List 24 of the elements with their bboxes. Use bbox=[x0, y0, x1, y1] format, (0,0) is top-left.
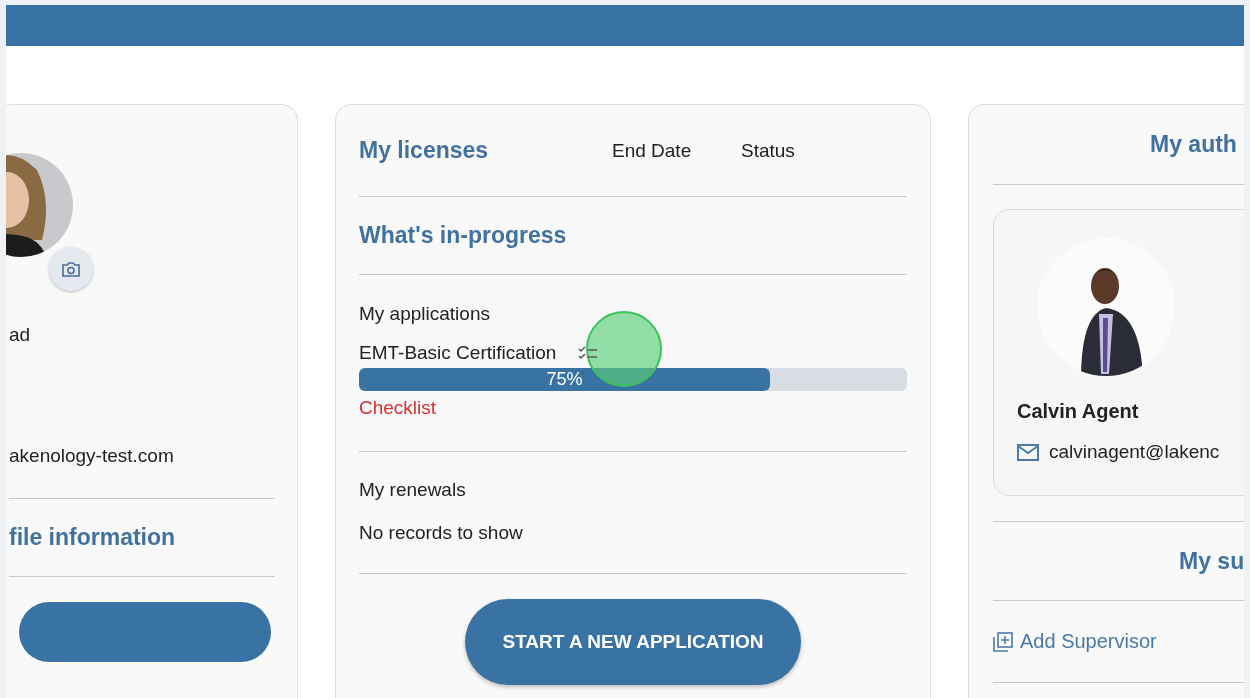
list-heading: My applications bbox=[359, 303, 490, 324]
camera-icon[interactable] bbox=[62, 261, 80, 277]
empty-message: No records to show bbox=[359, 522, 523, 544]
list-heading: My renewals bbox=[359, 479, 466, 501]
add-supervisor-button[interactable]: Add Supervisor bbox=[993, 630, 1157, 653]
section-heading: My su bbox=[1179, 547, 1244, 575]
address-text: ad bbox=[9, 323, 31, 346]
mail-icon bbox=[1017, 443, 1039, 461]
section-heading: What's in-progress bbox=[359, 222, 567, 249]
progress-label: 75% bbox=[546, 369, 583, 390]
checklist-icon[interactable] bbox=[578, 346, 599, 360]
add-icon bbox=[993, 631, 1013, 652]
checklist-link[interactable]: Checklist bbox=[359, 397, 437, 419]
start-application-button[interactable]: START A NEW APPLICATION bbox=[465, 599, 801, 685]
agent-email: calvinagent@lakenc bbox=[1049, 441, 1220, 463]
application-name: EMT-Basic Certification bbox=[359, 342, 557, 364]
card-title: My licenses bbox=[359, 137, 490, 164]
email-text: akenology-test.com bbox=[9, 445, 174, 467]
card-title: My auth bbox=[1150, 131, 1237, 158]
column-header: Status bbox=[741, 139, 795, 162]
action-button[interactable] bbox=[19, 602, 271, 662]
column-header: End Date bbox=[612, 139, 693, 162]
agent-name: Calvin Agent bbox=[1017, 400, 1139, 423]
section-heading: file information bbox=[9, 524, 176, 551]
